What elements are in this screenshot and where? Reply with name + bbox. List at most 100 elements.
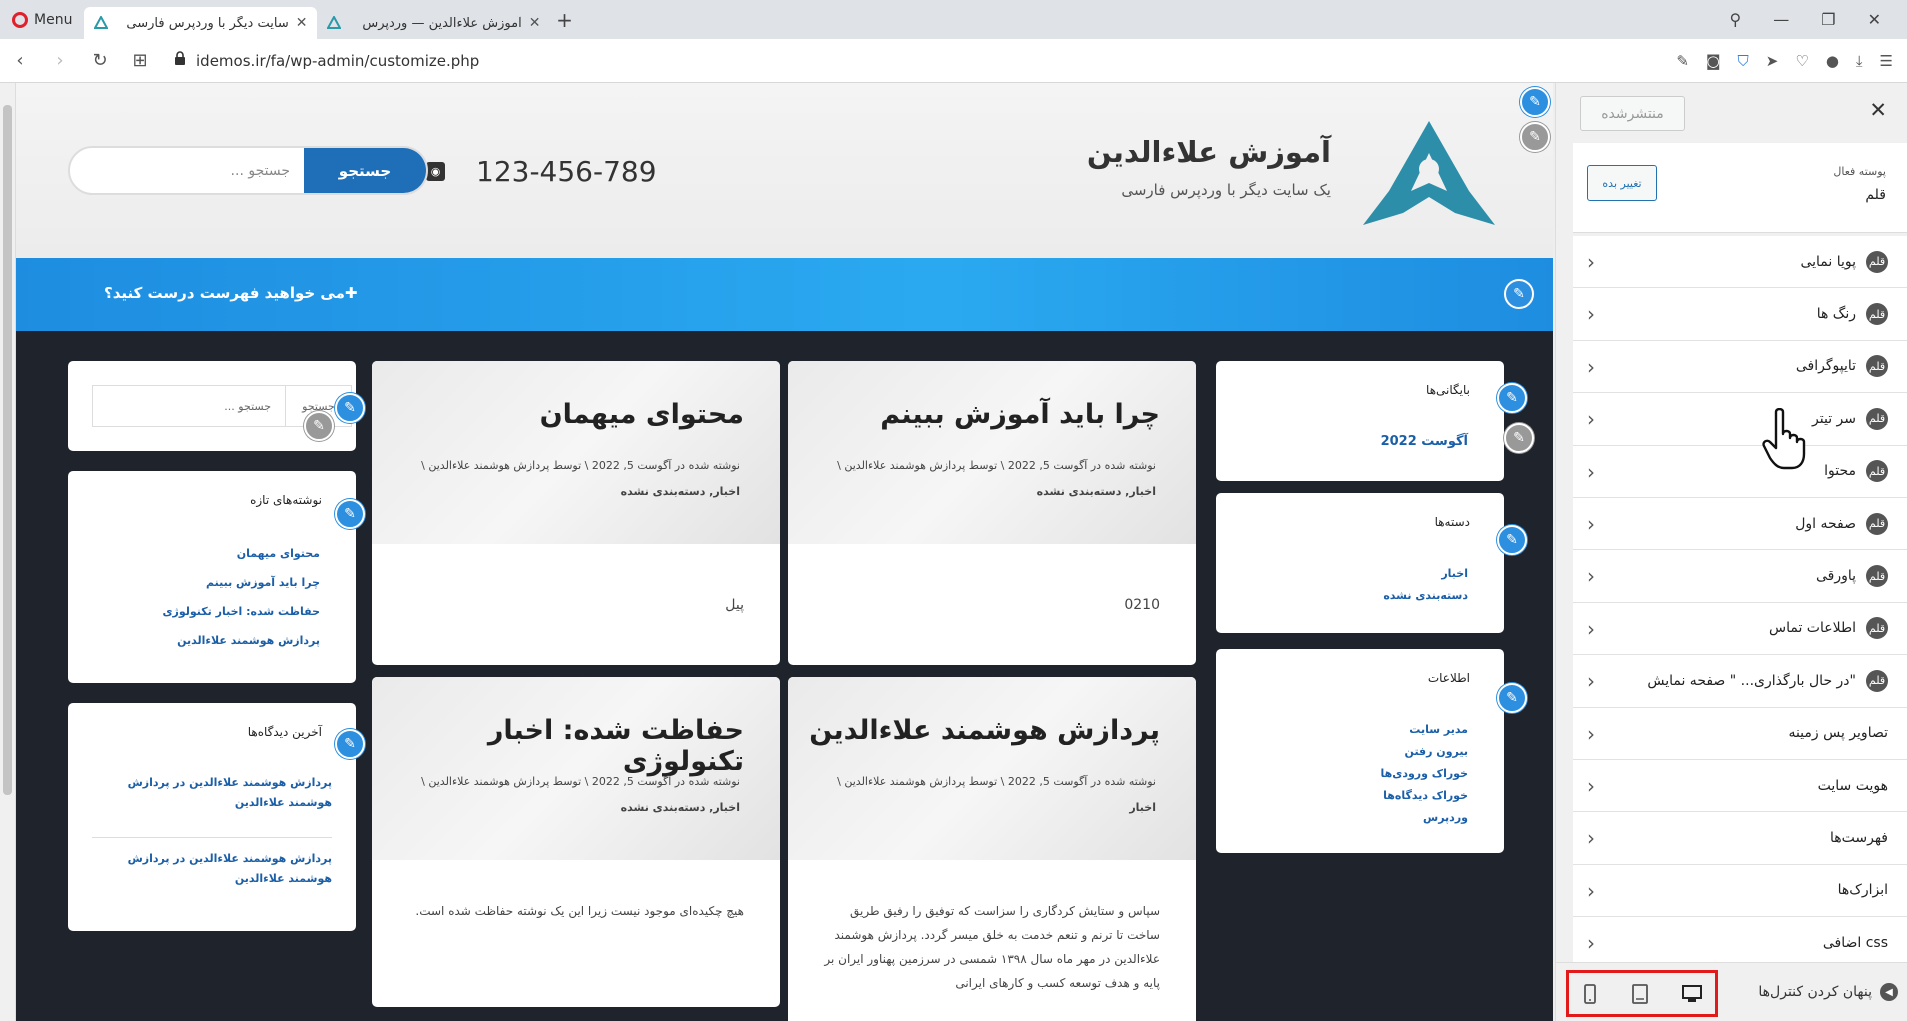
edit-shortcut-icon[interactable]: ✎	[304, 411, 334, 441]
recent-post-link[interactable]: چرا باید آموزش ببینم	[162, 568, 320, 597]
section-colors[interactable]: قلم رنگ ها ‹	[1573, 288, 1907, 341]
hide-controls-button[interactable]: ◀ پنهان کردن کنترل‌ها	[1758, 983, 1898, 1001]
section-typography[interactable]: قلم تایپوگرافی ‹	[1573, 340, 1907, 394]
recent-post-link[interactable]: پردازش هوشمند علاءالدین	[162, 626, 320, 655]
recent-post-link[interactable]: محتوای میهمان	[162, 539, 320, 568]
header-search-input[interactable]: جستجو ...	[70, 148, 304, 193]
customizer-sections: قلم پویا نمایی ‹ قلم رنگ ها ‹ قلم تایپوگرافی ‹…	[1573, 236, 1907, 970]
heart-icon[interactable]: ♡	[1795, 52, 1808, 70]
change-theme-button[interactable]: تغییر بده	[1587, 165, 1657, 201]
minimize-icon[interactable]: —	[1773, 10, 1789, 29]
vpn-shield-icon[interactable]: ⛉	[1738, 52, 1749, 70]
reload-icon[interactable]: ↻	[80, 50, 120, 71]
edit-shortcut-icon[interactable]: ✎	[1504, 423, 1534, 453]
edit-shortcut-icon[interactable]: ✎	[335, 393, 365, 423]
edit-shortcut-icon[interactable]: ✎	[335, 499, 365, 529]
mobile-preview-icon[interactable]	[1577, 983, 1603, 1005]
edit-shortcut-icon[interactable]: ✎	[335, 729, 365, 759]
post-categories[interactable]: اخبار	[1129, 801, 1156, 814]
tablet-preview-icon[interactable]	[1627, 983, 1653, 1005]
section-loading-screen[interactable]: قلم "در حال بارگذاری... " صفحه نمایش ‹	[1573, 655, 1907, 708]
close-customizer-icon[interactable]: ✕	[1869, 98, 1887, 122]
scrollbar-thumb[interactable]	[3, 105, 12, 795]
opera-menu-button[interactable]: Menu	[0, 0, 84, 39]
search-tabs-icon[interactable]: ⚲	[1730, 10, 1742, 29]
preview-scrollbar[interactable]	[0, 83, 16, 1021]
post-categories[interactable]: اخبار, دسته‌بندی نشده	[621, 485, 740, 498]
edit-shortcut-icon[interactable]: ✎	[1520, 122, 1550, 152]
edit-shortcut-icon[interactable]: ✎	[1497, 383, 1527, 413]
section-widgets[interactable]: ابزارک‌ها ‹	[1573, 864, 1907, 918]
section-animation[interactable]: قلم پویا نمایی ‹	[1573, 236, 1907, 289]
chevron-left-icon: ‹	[1587, 302, 1595, 327]
category-link[interactable]: اخبار	[1383, 563, 1468, 585]
section-site-identity[interactable]: هویت سایت ‹	[1573, 759, 1907, 813]
active-theme-label: پوسته فعال	[1833, 165, 1886, 178]
toolbar-icons: ✎ ◙ ⛉ ➤ ♡ ● ⤓ ☰	[1676, 39, 1893, 83]
widget-search-input[interactable]: جستجو ...	[93, 386, 285, 426]
chevron-left-icon: ‹	[1587, 826, 1595, 851]
camera-icon[interactable]: ◙	[1706, 52, 1721, 70]
chevron-left-icon: ‹	[1587, 931, 1595, 956]
header-search-button[interactable]: جستجو	[304, 148, 426, 193]
publish-button[interactable]: منتشرشده	[1580, 96, 1685, 131]
meta-link[interactable]: خوراک ورودی‌ها	[1380, 763, 1468, 785]
section-menus[interactable]: فهرست‌ها ‹	[1573, 812, 1907, 865]
speed-dial-icon[interactable]: ⊞	[120, 50, 160, 71]
tab-close-icon[interactable]: ✕	[529, 15, 541, 31]
recent-post-link[interactable]: حفاظت شده: اخبار تکنولوژی	[162, 597, 320, 626]
desktop-preview-icon[interactable]	[1679, 983, 1705, 1005]
post-title[interactable]: چرا باید آموزش ببینم	[880, 399, 1160, 430]
widget-links: محتوای میهمان چرا باید آموزش ببینم حفاظت…	[162, 539, 320, 655]
back-icon[interactable]: ‹	[0, 50, 40, 71]
post-title[interactable]: حفاظت شده: اخبار تکنولوژی	[372, 715, 744, 777]
meta-link[interactable]: خوراک دیدگاه‌ها	[1380, 785, 1468, 807]
section-label: پویا نمایی	[1800, 253, 1856, 270]
profile-icon[interactable]: ●	[1826, 52, 1839, 70]
edit-shortcut-icon[interactable]: ✎	[1497, 683, 1527, 713]
section-content[interactable]: قلم محتوا ‹	[1573, 445, 1907, 498]
url-field[interactable]: idemos.ir/fa/wp-admin/customize.php	[196, 52, 479, 70]
lock-icon[interactable]	[174, 51, 186, 70]
easy-setup-icon[interactable]: ☰	[1880, 52, 1893, 70]
menu-prompt[interactable]: ✚می خواهید فهرست درست کنید؟	[104, 284, 357, 302]
meta-link[interactable]: وردپرس	[1380, 807, 1468, 829]
new-tab-plus-icon[interactable]: +	[550, 8, 578, 32]
active-theme-name: قلم	[1865, 187, 1886, 203]
section-label: تصاویر پس زمینه	[1788, 725, 1888, 742]
tab-customizer[interactable]: سایت دیگر با وردپرس فارسی ✕	[84, 7, 318, 39]
meta-link[interactable]: بیرون رفتن	[1380, 741, 1468, 763]
theme-section-icon: قلم	[1866, 512, 1888, 535]
post-title[interactable]: پردازش هوشمند علاءالدین	[809, 715, 1160, 746]
section-contact-info[interactable]: قلم اطلاعات تماس ‹	[1573, 602, 1907, 656]
recent-comment-link[interactable]: پردازش هوشمند علاءالدین در پردازش هوشمند…	[92, 849, 332, 889]
restore-icon[interactable]: ❐	[1821, 10, 1835, 29]
section-background-images[interactable]: تصاویر پس زمینه ‹	[1573, 707, 1907, 760]
forward-icon[interactable]: ›	[40, 50, 80, 71]
customizer-screen: Menu سایت دیگر با وردپرس فارسی ✕ آموزش ع…	[0, 0, 1907, 1021]
recent-comment-link[interactable]: پردازش هوشمند علاءالدین در پردازش هوشمند…	[92, 773, 332, 813]
post-categories[interactable]: اخبار, دسته‌بندی نشده	[1037, 485, 1156, 498]
section-footer[interactable]: قلم پاورقی ‹	[1573, 550, 1907, 603]
window-close-icon[interactable]: ✕	[1868, 10, 1881, 29]
send-icon[interactable]: ➤	[1766, 52, 1779, 70]
section-header[interactable]: قلم سر تیتر ‹	[1573, 393, 1907, 446]
tab-close-icon[interactable]: ✕	[296, 15, 308, 31]
post-categories[interactable]: اخبار, دسته‌بندی نشده	[621, 801, 740, 814]
comment-divider	[92, 837, 332, 838]
rss-icon[interactable]: ◉	[426, 162, 445, 181]
download-icon[interactable]: ⤓	[1856, 52, 1863, 70]
post-meta: نوشته شده در آگوست 5, 2022 \ توسط پردازش…	[421, 775, 740, 788]
section-homepage[interactable]: قلم صفحه اول ‹	[1573, 497, 1907, 551]
archive-link[interactable]: آگوست 2022	[1381, 431, 1468, 453]
edit-shortcut-icon[interactable]: ✎	[1497, 525, 1527, 555]
tab-site[interactable]: آموزش علاءالدین — وردپرس ✕	[317, 7, 550, 39]
category-link[interactable]: دسته‌بندی نشده	[1383, 585, 1468, 607]
edit-shortcut-icon[interactable]: ✎	[1504, 279, 1534, 309]
edit-page-icon[interactable]: ✎	[1676, 52, 1689, 70]
edit-shortcut-icon[interactable]: ✎	[1520, 87, 1550, 117]
meta-link[interactable]: مدیر سایت	[1380, 719, 1468, 741]
site-title[interactable]: آموزش علاءالدین	[1087, 135, 1331, 169]
post-title[interactable]: محتوای میهمان	[540, 399, 744, 430]
post-excerpt: هیچ چکیده‌ای موجود نیست زیرا این یک نوشت…	[415, 904, 744, 918]
